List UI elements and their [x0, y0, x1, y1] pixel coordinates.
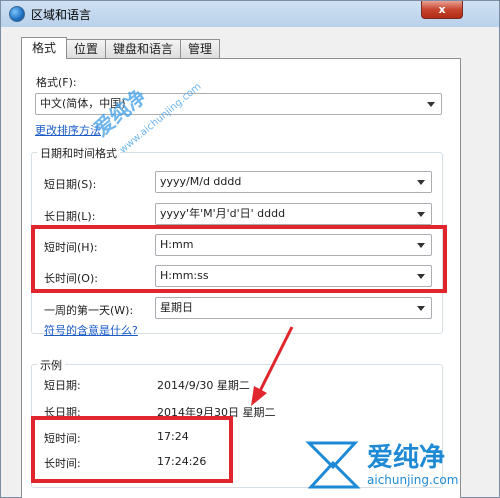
tab-format[interactable]: 格式	[21, 37, 68, 59]
brand-url: aichunjing.com	[367, 473, 459, 487]
brand-logo-icon	[305, 441, 361, 489]
annotation-arrow	[251, 326, 294, 406]
region-language-window: 区域和语言 x 格式 位置 键盘和语言 管理 格式(F): 中文(简体，中国) …	[0, 0, 500, 498]
brand-watermark: 爱纯净 aichunjing.com	[303, 433, 493, 493]
brand-name: 爱纯净	[367, 443, 446, 473]
